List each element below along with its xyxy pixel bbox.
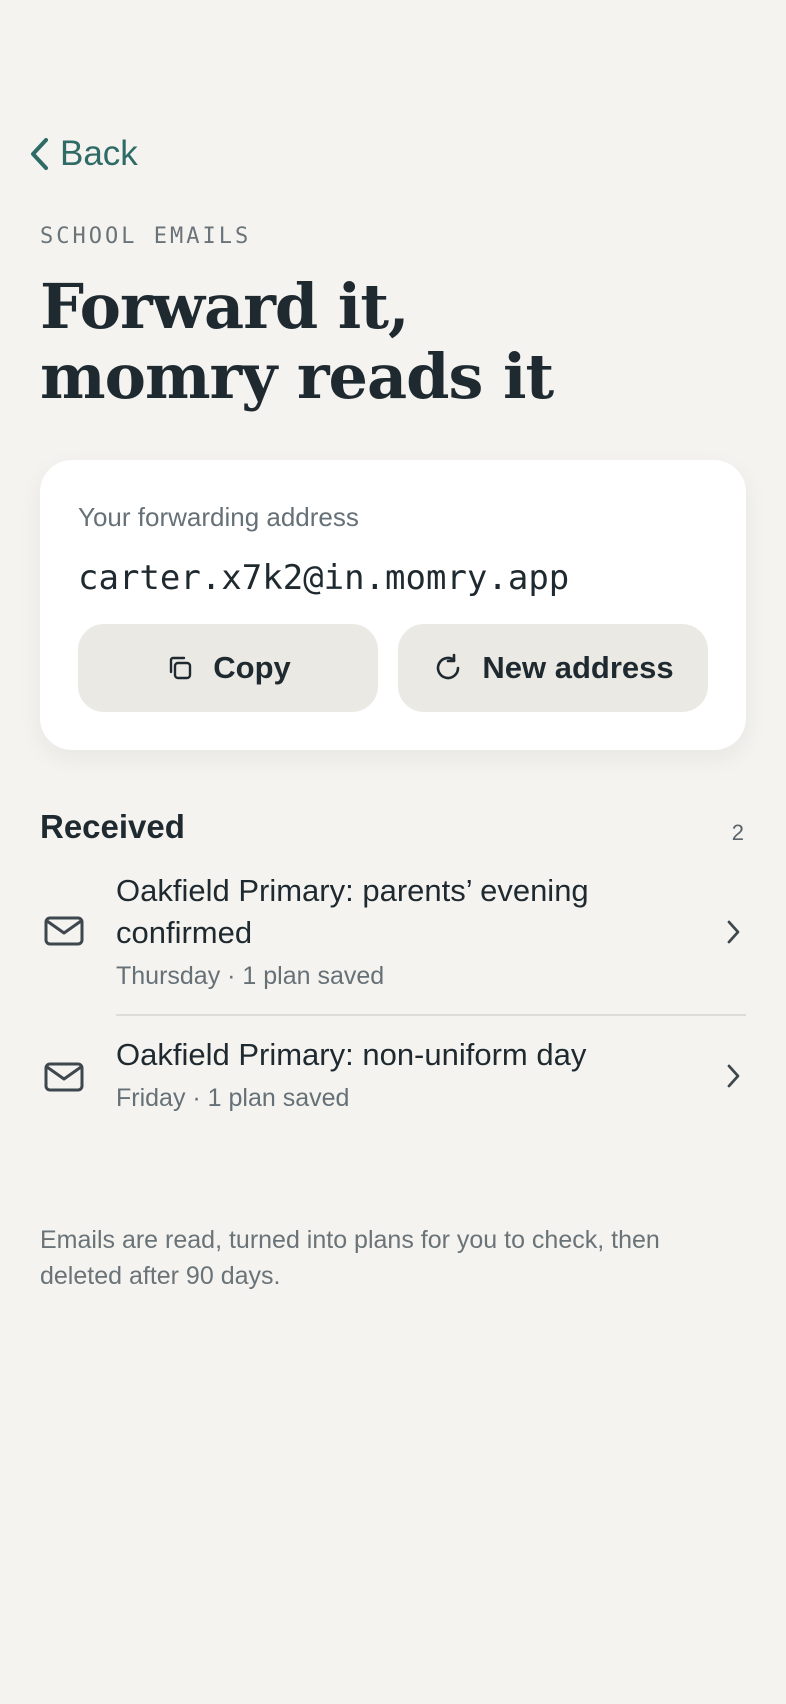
chevron-right-icon — [724, 1062, 742, 1095]
refresh-icon — [432, 652, 464, 684]
new-address-button[interactable]: New address — [398, 624, 708, 712]
page-title: Forward it, momry reads it — [40, 270, 554, 413]
email-row[interactable]: Oakfield Primary: parents’ evening confi… — [40, 868, 746, 1008]
mail-icon — [44, 916, 84, 951]
email-meta: Friday · 1 plan saved — [116, 1084, 350, 1112]
page-title-line-1: Forward it, — [40, 270, 410, 343]
email-subject: Oakfield Primary: parents’ evening confi… — [116, 873, 589, 950]
forwarding-address-label: Your forwarding address — [78, 502, 359, 532]
copy-icon — [165, 653, 195, 683]
forwarding-address-value: carter.x7k2@in.momry.app — [78, 558, 570, 598]
email-subject: Oakfield Primary: non-uniform day — [116, 1037, 587, 1072]
mail-icon — [44, 1062, 84, 1097]
back-button[interactable]: Back — [28, 134, 138, 174]
chevron-right-icon — [724, 918, 742, 951]
copy-button-label: Copy — [213, 650, 291, 685]
page-title-line-2: momry reads it — [40, 340, 554, 413]
received-count: 2 — [731, 820, 744, 845]
section-eyebrow: SCHOOL EMAILS — [40, 224, 252, 249]
chevron-left-icon — [28, 137, 50, 171]
retention-footnote: Emails are read, turned into plans for y… — [40, 1226, 660, 1290]
copy-button[interactable]: Copy — [78, 624, 378, 712]
received-heading: Received — [40, 808, 185, 845]
email-row[interactable]: Oakfield Primary: non-uniform day Friday… — [40, 1034, 746, 1124]
email-meta: Thursday · 1 plan saved — [116, 962, 385, 990]
back-label: Back — [60, 134, 138, 173]
forwarding-address-card: Your forwarding address carter.x7k2@in.m… — [40, 460, 746, 750]
new-address-button-label: New address — [482, 650, 674, 685]
row-divider — [116, 1014, 746, 1016]
